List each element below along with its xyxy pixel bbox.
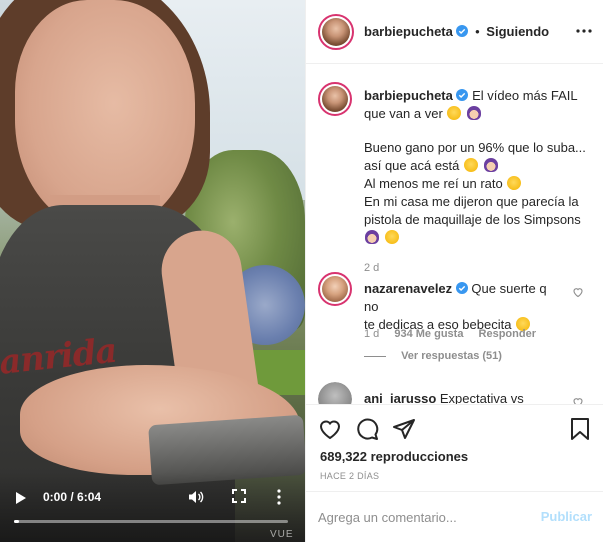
bookmark-icon[interactable] — [568, 417, 592, 441]
following-button[interactable]: Siguiendo — [486, 24, 549, 39]
sad-face-icon — [384, 230, 399, 244]
rolling-on-floor-laughing-icon — [505, 173, 524, 193]
video-player[interactable]: anrida 0:00 / 6:04 VUE — [0, 0, 305, 542]
caption-line-7: pistola de maquillaje de los Simpsons — [364, 212, 581, 227]
comment-icon[interactable] — [355, 417, 379, 441]
caption-line-1: El vídeo más FAIL — [472, 88, 578, 103]
video-watermark: VUE — [270, 529, 294, 540]
add-comment-bar: Publicar — [306, 491, 603, 542]
verified-badge-icon — [456, 25, 469, 37]
caption-line-4: así que acá está — [364, 158, 460, 173]
verified-badge-icon — [455, 282, 468, 294]
more-options-icon[interactable] — [576, 29, 592, 33]
grinning-sweat-face-icon — [447, 106, 462, 120]
comment-meta: 1 d 934 Me gusta Responder — [364, 328, 548, 340]
comment-likes[interactable]: 934 Me gusta — [394, 328, 463, 340]
volume-icon[interactable] — [188, 489, 204, 505]
video-time-display: 0:00 / 6:04 — [43, 490, 102, 504]
replies-divider-line — [364, 355, 386, 357]
header-separator: • — [475, 24, 480, 39]
comment-time: 1 d — [364, 328, 380, 340]
publish-button[interactable]: Publicar — [541, 509, 592, 524]
author-username[interactable]: barbiepucheta — [364, 24, 453, 39]
post-date[interactable]: HACE 2 DÍAS — [320, 471, 379, 481]
caption-line-5: Al menos me reí un rato — [364, 176, 503, 191]
video-progress-fill — [14, 520, 20, 523]
share-icon[interactable] — [392, 417, 416, 441]
author-avatar[interactable] — [318, 14, 354, 50]
video-progress-bar[interactable] — [14, 520, 288, 523]
caption-line-3: Bueno gano por un 96% que lo suba... — [364, 140, 586, 155]
caption-time: 2 d — [364, 262, 380, 274]
view-replies-label: Ver respuestas (51) — [401, 350, 502, 362]
woman-facepalming-icon — [365, 230, 379, 244]
comment-input[interactable] — [318, 506, 528, 528]
view-count[interactable]: 689,322 reproducciones — [320, 449, 468, 464]
commenter-avatar[interactable] — [318, 272, 352, 306]
comment-text: Expectativa vs — [439, 391, 524, 404]
caption-body: barbiepucheta El vídeo más FAIL que van … — [364, 87, 598, 277]
caption-author-avatar[interactable] — [318, 82, 352, 116]
verified-badge-icon — [456, 89, 469, 101]
reply-button[interactable]: Responder — [479, 328, 536, 340]
post-actions: 689,322 reproducciones HACE 2 DÍAS — [306, 404, 603, 500]
woman-gesturing-no-icon — [483, 158, 498, 172]
post-header: barbiepucheta • Siguiendo — [306, 0, 603, 64]
caption-line-2: que van a ver — [364, 106, 443, 121]
video-controls: 0:00 / 6:04 — [0, 486, 305, 512]
heart-icon[interactable] — [318, 417, 342, 441]
more-options-vertical-icon[interactable] — [276, 489, 282, 505]
comment-like-heart-icon[interactable] — [572, 286, 584, 298]
caption-username[interactable]: barbiepucheta — [364, 88, 453, 103]
comment-body: nazarenavelez Que suerte q no te dedicas… — [364, 280, 564, 334]
grinning-sweat-face-icon — [464, 158, 479, 172]
caption-line-6: En mi casa me dijeron que parecía la — [364, 194, 579, 209]
fullscreen-icon[interactable] — [232, 489, 246, 503]
comment-like-heart-icon[interactable] — [572, 396, 584, 404]
commenter-username[interactable]: nazarenavelez — [364, 281, 452, 296]
header-user-line: barbiepucheta • Siguiendo — [364, 24, 549, 39]
woman-facepalming-icon — [467, 106, 482, 120]
post-panel: barbiepucheta • Siguiendo barbiepucheta … — [305, 0, 603, 542]
comment-body: ani_iarusso Expectativa vs — [364, 390, 564, 404]
view-replies-button[interactable]: Ver respuestas (51) — [364, 350, 502, 362]
comments-list[interactable]: barbiepucheta El vídeo más FAIL que van … — [306, 64, 603, 404]
commenter-avatar[interactable] — [318, 382, 352, 404]
play-icon[interactable] — [16, 492, 26, 504]
commenter-username[interactable]: ani_iarusso — [364, 391, 436, 404]
